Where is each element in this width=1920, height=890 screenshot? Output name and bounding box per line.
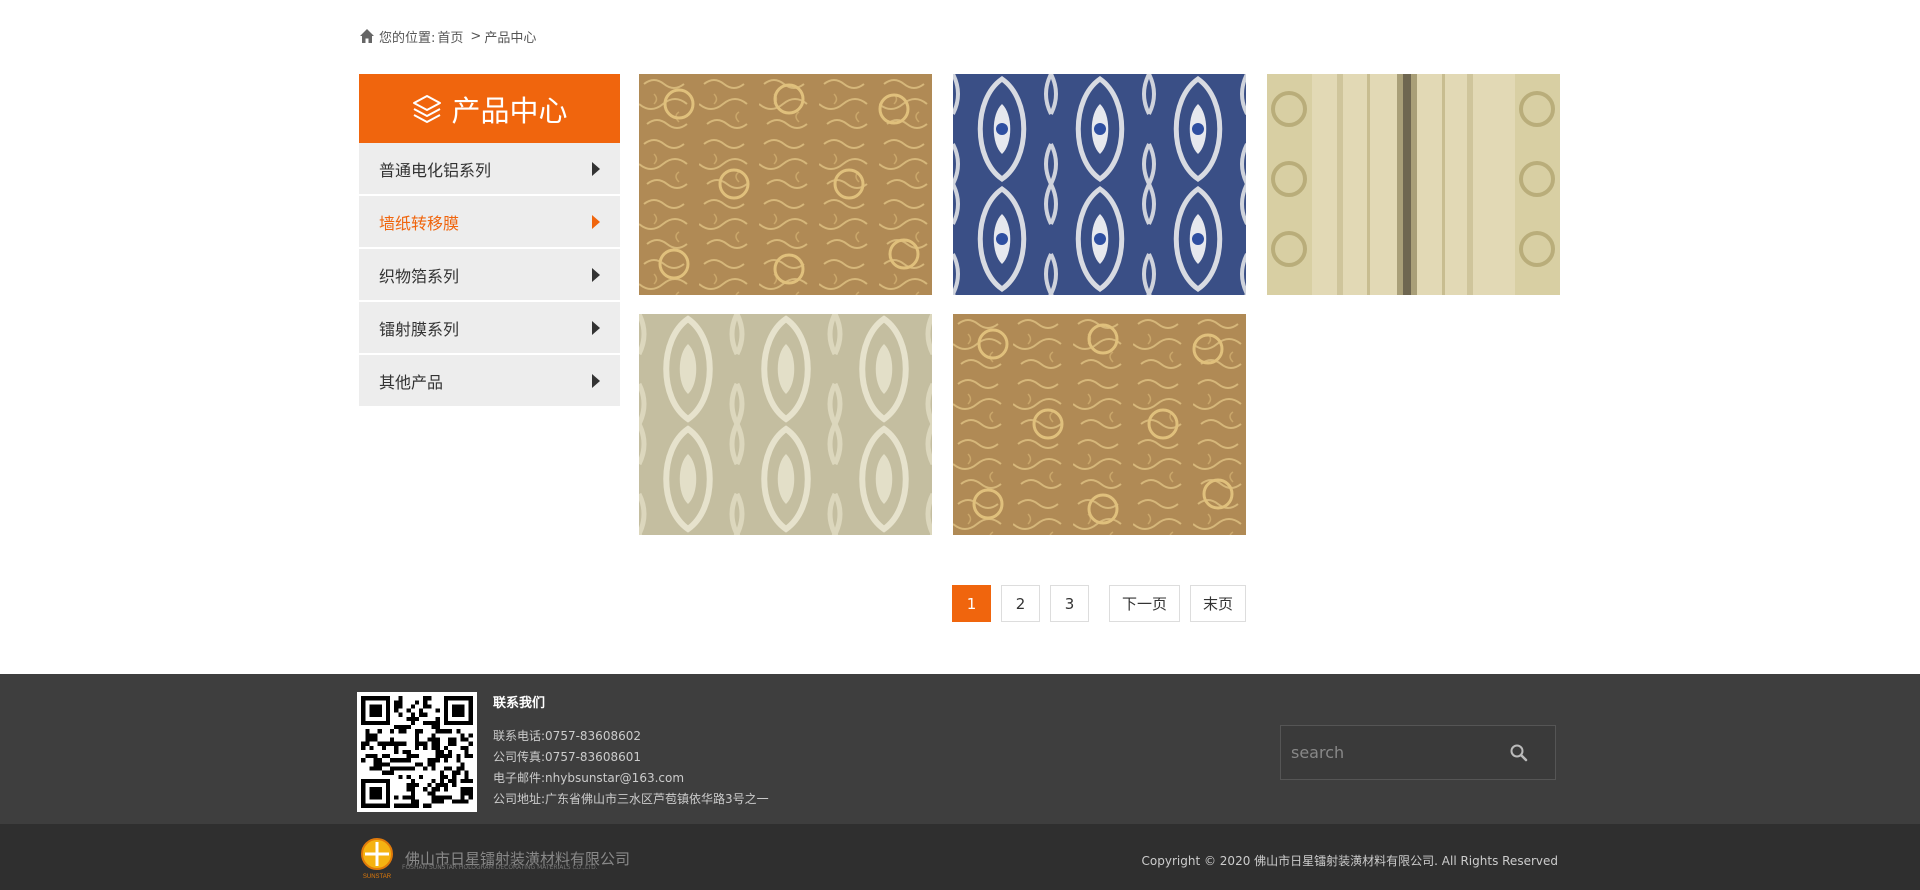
breadcrumb-prefix: 您的位置: bbox=[379, 30, 436, 46]
contact-block: 联系我们 联系电话:0757-83608602 公司传真:0757-836086… bbox=[493, 692, 769, 813]
breadcrumb-separator: > bbox=[470, 28, 482, 44]
company-name-en: FOSHAN SUNSTAR HOLOGRAM DECORATING MATER… bbox=[402, 864, 598, 871]
footer-search bbox=[1280, 725, 1556, 780]
product-image bbox=[639, 74, 932, 295]
sidebar-item[interactable]: 其他产品 bbox=[359, 355, 620, 408]
breadcrumb-home-link[interactable]: 首页 bbox=[437, 27, 463, 46]
caret-right-icon bbox=[592, 373, 600, 388]
product-image bbox=[953, 74, 1246, 295]
contact-fax: 公司传真:0757-83608601 bbox=[493, 750, 641, 764]
product-tile[interactable] bbox=[953, 314, 1246, 535]
caret-right-icon bbox=[592, 161, 600, 176]
product-tile[interactable] bbox=[639, 74, 932, 295]
caret-right-icon bbox=[592, 214, 600, 229]
page-button[interactable]: 1 bbox=[952, 585, 991, 622]
contact-phone: 联系电话:0757-83608602 bbox=[493, 729, 641, 743]
sidebar-item[interactable]: 织物箔系列 bbox=[359, 249, 620, 302]
next-page-button[interactable]: 下一页 bbox=[1109, 585, 1181, 622]
sunstar-logo-icon: SUNSTAR bbox=[361, 838, 393, 880]
caret-right-icon bbox=[592, 320, 600, 335]
caret-right-icon bbox=[592, 267, 600, 282]
logo-text: SUNSTAR bbox=[363, 874, 392, 880]
sidebar-item-label: 普通电化铝系列 bbox=[379, 160, 492, 180]
home-icon bbox=[360, 29, 374, 43]
sidebar-item[interactable]: 普通电化铝系列 bbox=[359, 143, 620, 196]
copyright: Copyright © 2020 佛山市日星镭射装潢材料有限公司. All Ri… bbox=[1141, 854, 1558, 868]
sidebar-item-label: 镭射膜系列 bbox=[379, 319, 460, 339]
breadcrumb-current: 产品中心 bbox=[484, 30, 537, 46]
contact-address: 公司地址:广东省佛山市三水区芦苞镇依华路3号之一 bbox=[493, 792, 769, 806]
footer-bar bbox=[0, 824, 1920, 890]
product-image bbox=[639, 314, 932, 535]
last-page-button[interactable]: 末页 bbox=[1190, 585, 1247, 622]
page-button[interactable]: 3 bbox=[1050, 585, 1089, 622]
breadcrumb: 您的位置: 首页 > 产品中心 bbox=[359, 24, 1559, 48]
qr-code bbox=[357, 692, 477, 812]
product-image bbox=[1267, 74, 1560, 295]
product-tile[interactable] bbox=[1267, 74, 1560, 295]
contact-email: 电子邮件:nhybsunstar@163.com bbox=[493, 771, 685, 785]
footer bbox=[0, 674, 1920, 824]
product-tile[interactable] bbox=[953, 74, 1246, 295]
sidebar-item[interactable]: 镭射膜系列 bbox=[359, 302, 620, 355]
sidebar-title-text: 产品中心 bbox=[451, 93, 568, 128]
pagination: 1 2 3 下一页 末页 bbox=[952, 585, 1256, 622]
product-image bbox=[953, 314, 1246, 535]
sidebar-item-label: 织物箔系列 bbox=[379, 266, 460, 286]
layers-icon bbox=[413, 94, 442, 123]
contact-title: 联系我们 bbox=[493, 696, 546, 711]
sidebar-item-label: 墙纸转移膜 bbox=[379, 213, 460, 233]
search-input[interactable] bbox=[1281, 742, 1509, 763]
company-logo[interactable]: SUNSTAR 佛山市日星镭射装潢材料有限公司 FOSHAN SUNSTAR H… bbox=[357, 836, 630, 880]
sidebar-title: 产品中心 bbox=[359, 74, 620, 143]
page-button[interactable]: 2 bbox=[1001, 585, 1040, 622]
search-icon[interactable] bbox=[1509, 743, 1529, 763]
sidebar-item[interactable]: 墙纸转移膜 bbox=[359, 196, 620, 249]
category-sidebar: 产品中心 普通电化铝系列 墙纸转移膜织物箔系列镭射膜系列其他产品 bbox=[359, 74, 620, 408]
sidebar-item-label: 其他产品 bbox=[379, 372, 444, 392]
product-tile[interactable] bbox=[639, 314, 932, 535]
